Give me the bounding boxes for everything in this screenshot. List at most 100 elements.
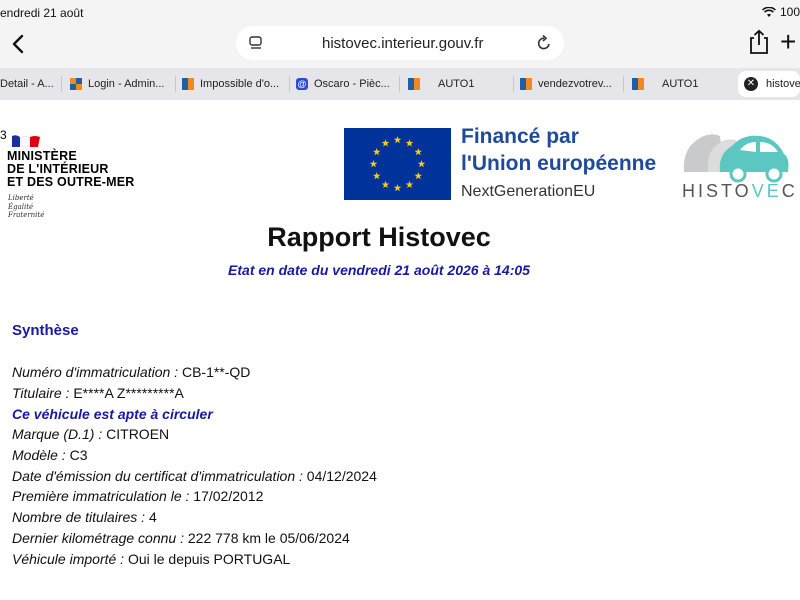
- field-label: Date d'émission du certificat d'immatric…: [12, 468, 303, 484]
- field-value: Oui le depuis PORTUGAL: [124, 551, 291, 567]
- eu-star: [393, 136, 402, 144]
- corner-number: 3: [0, 128, 7, 142]
- field-label: Véhicule importé :: [12, 551, 125, 567]
- tab-impossible[interactable]: Impossible d'o...: [182, 71, 290, 97]
- field-label: Dernier kilométrage connu :: [12, 530, 184, 546]
- site-favicon-icon: [182, 78, 194, 90]
- histovec-cars-icon: [683, 134, 789, 183]
- field-label: Première immatriculation le :: [12, 488, 190, 504]
- field-date-emission: Date d'émission du certificat d'immatric…: [12, 468, 377, 484]
- eu-funding-line1: Financé par: [461, 125, 579, 148]
- chevron-left-icon: [12, 34, 24, 54]
- tab-login-admin[interactable]: Login - Admin...: [70, 71, 176, 97]
- field-value: E****A Z*********A: [69, 385, 184, 401]
- field-marque: Marque (D.1) : CITROEN: [12, 426, 169, 442]
- eu-star: [414, 148, 423, 156]
- back-button[interactable]: [4, 30, 32, 58]
- eu-star: [381, 139, 390, 147]
- report-title: Rapport Histovec: [267, 222, 491, 252]
- site-favicon-icon: [70, 78, 82, 90]
- share-button[interactable]: [748, 29, 774, 59]
- oscaro-favicon-icon: @: [296, 78, 308, 90]
- ministry-line: ET DES OUTRE-MER: [7, 175, 135, 189]
- field-nombre-titulaires: Nombre de titulaires : 4: [12, 509, 157, 525]
- field-value: 17/02/2012: [189, 488, 264, 504]
- field-kilometrage: Dernier kilométrage connu : 222 778 km l…: [12, 530, 350, 546]
- browser-toolbar: histovec.interieur.gouv.fr +: [0, 24, 800, 68]
- field-value: C3: [65, 447, 88, 463]
- wordmark-part: C: [781, 181, 798, 201]
- url-text: histovec.interieur.gouv.fr: [322, 35, 484, 52]
- field-vehicule-importe: Véhicule importé : Oui le depuis PORTUGA…: [12, 551, 290, 567]
- wordmark-accent: VE: [751, 181, 782, 201]
- field-value: CB-1**-QD: [178, 364, 251, 380]
- eu-funding-line3: NextGenerationEU: [461, 183, 596, 200]
- status-bar: vendredi 21 août 100: [0, 0, 800, 24]
- site-favicon-icon: [632, 78, 644, 90]
- motto-line: Égalité: [8, 202, 34, 211]
- ministry-name: MINISTÈRE DE L'INTÉRIEUR ET DES OUTRE-ME…: [7, 150, 135, 189]
- reload-icon[interactable]: [536, 34, 552, 52]
- field-value: 4: [145, 509, 157, 525]
- eu-star: [372, 148, 381, 156]
- ministry-logo: 3 MINISTÈRE DE L'INTÉRIEUR ET DES OUTRE-…: [0, 128, 140, 223]
- eu-star: [405, 139, 414, 147]
- eu-funding-line2: l'Union européenne: [461, 152, 657, 175]
- address-bar[interactable]: histovec.interieur.gouv.fr: [236, 26, 564, 60]
- eu-star: [393, 184, 402, 192]
- report-date: Etat en date du vendredi 21 août 2026 à …: [228, 262, 530, 278]
- vehicle-status-apt: Ce véhicule est apte à circuler: [12, 406, 213, 422]
- field-value: 04/12/2024: [302, 468, 377, 484]
- republic-motto: Liberté Égalité Fraternité: [8, 194, 44, 220]
- eu-flag-icon: [344, 128, 451, 200]
- tab-label: AUTO1: [662, 78, 699, 90]
- site-favicon-icon: [520, 78, 532, 90]
- tab-detail[interactable]: Detail - A...: [0, 71, 62, 97]
- field-titulaire: Titulaire : E****A Z*********A: [12, 385, 184, 401]
- eu-star: [414, 172, 423, 180]
- status-date: vendredi 21 août: [0, 6, 84, 20]
- field-value: CITROEN: [102, 426, 170, 442]
- tab-label: histove: [766, 78, 800, 90]
- histovec-wordmark: HISTOVEC: [682, 181, 798, 202]
- motto-line: Liberté: [8, 194, 34, 202]
- share-icon: [750, 29, 768, 54]
- tab-label: AUTO1: [438, 78, 475, 90]
- tab-label: Oscaro - Pièc...: [314, 78, 390, 90]
- field-premiere-immatriculation: Première immatriculation le : 17/02/2012: [12, 488, 263, 504]
- eu-star: [405, 180, 414, 189]
- tab-histovec-active[interactable]: ✕ histove: [738, 71, 800, 97]
- field-label: Titulaire :: [12, 385, 70, 401]
- eu-star: [417, 160, 426, 168]
- eu-star: [381, 180, 390, 189]
- eu-star: [369, 160, 378, 168]
- section-title-synthese: Synthèse: [12, 322, 79, 339]
- marianne-flag-icon: [12, 135, 40, 148]
- page-menu-icon[interactable]: [248, 35, 264, 51]
- tab-auto1-2[interactable]: AUTO1: [632, 71, 736, 97]
- close-tab-icon[interactable]: ✕: [744, 77, 758, 91]
- field-value: 222 778 km le 05/06/2024: [183, 530, 350, 546]
- tab-label: Login - Admin...: [88, 78, 165, 90]
- field-label: Nombre de titulaires :: [12, 509, 146, 525]
- tab-label: Impossible d'o...: [200, 78, 280, 90]
- field-immatriculation: Numéro d'immatriculation : CB-1**-QD: [12, 364, 250, 380]
- eu-star: [372, 172, 381, 180]
- site-favicon-icon: [408, 78, 420, 90]
- tab-bar: Detail - A... Login - Admin... Impossibl…: [0, 68, 800, 100]
- field-label: Numéro d'immatriculation :: [12, 364, 179, 380]
- tab-label: Detail - A...: [0, 78, 54, 90]
- field-modele: Modèle : C3: [12, 447, 88, 463]
- field-label: Marque (D.1) :: [12, 426, 103, 442]
- wifi-icon: [762, 6, 776, 17]
- battery-percent: 100: [779, 5, 800, 19]
- new-tab-button[interactable]: +: [780, 26, 800, 59]
- field-label: Modèle :: [12, 447, 66, 463]
- tab-auto1[interactable]: AUTO1: [408, 71, 514, 97]
- tab-vendezvotre[interactable]: vendezvotrev...: [520, 71, 624, 97]
- plus-icon: +: [780, 26, 797, 57]
- motto-line: Fraternité: [8, 211, 45, 219]
- wordmark-part: HISTO: [682, 181, 752, 201]
- tab-oscaro[interactable]: @ Oscaro - Pièc...: [296, 71, 400, 97]
- tab-label: vendezvotrev...: [538, 78, 612, 90]
